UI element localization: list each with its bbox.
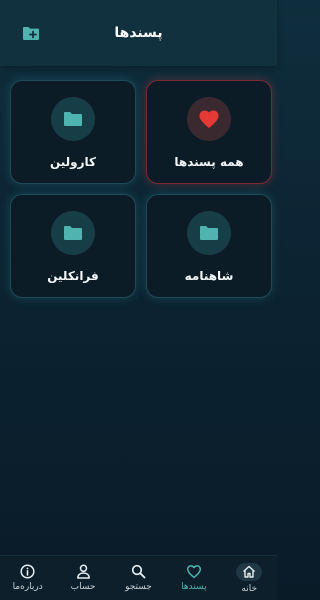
folder-icon-circle xyxy=(187,211,231,255)
folder-card-label: فرانکلین xyxy=(47,269,99,283)
folder-icon-circle xyxy=(51,211,95,255)
heart-outline-icon xyxy=(186,565,201,579)
nav-label-search: جستجو xyxy=(125,582,152,592)
folder-card-caroline[interactable]: کارولین xyxy=(10,80,136,184)
app-header: پسندها xyxy=(0,0,277,66)
heart-icon-circle xyxy=(187,97,231,141)
search-icon xyxy=(131,564,146,579)
folder-card-all-favorites[interactable]: همه پسندها xyxy=(146,80,272,184)
nav-item-favorites[interactable]: پسندها xyxy=(166,564,221,592)
folder-card-franklin[interactable]: فرانکلین xyxy=(10,194,136,298)
folder-card-shahnameh[interactable]: شاهنامه xyxy=(146,194,272,298)
nav-item-search[interactable]: جستجو xyxy=(111,564,166,592)
home-icon xyxy=(243,565,256,578)
folder-icon-circle xyxy=(51,97,95,141)
folder-icon xyxy=(64,112,82,126)
nav-item-account[interactable]: حساب xyxy=(56,564,111,592)
add-folder-button[interactable] xyxy=(20,23,42,43)
folder-card-label: کارولین xyxy=(49,155,97,169)
nav-item-home[interactable]: خانه xyxy=(222,562,277,594)
home-icon-highlight xyxy=(236,562,263,581)
add-folder-icon xyxy=(23,26,39,40)
folder-card-label: شاهنامه xyxy=(184,269,234,283)
page-title: پسندها xyxy=(114,25,163,41)
nav-label-home: خانه xyxy=(241,583,258,594)
person-icon xyxy=(76,564,90,579)
folder-card-label: همه پسندها xyxy=(174,155,244,169)
nav-item-about[interactable]: درباره‌ما xyxy=(0,564,55,592)
info-icon xyxy=(20,564,35,579)
nav-label-account: حساب xyxy=(70,582,96,592)
nav-label-favorites: پسندها xyxy=(181,582,207,592)
folder-icon xyxy=(200,226,218,240)
bottom-navigation: خانه پسندها جستجو حساب درباره‌ما xyxy=(0,555,277,600)
heart-icon xyxy=(199,110,219,129)
folder-icon xyxy=(64,226,82,240)
nav-label-about: درباره‌ما xyxy=(12,582,43,592)
